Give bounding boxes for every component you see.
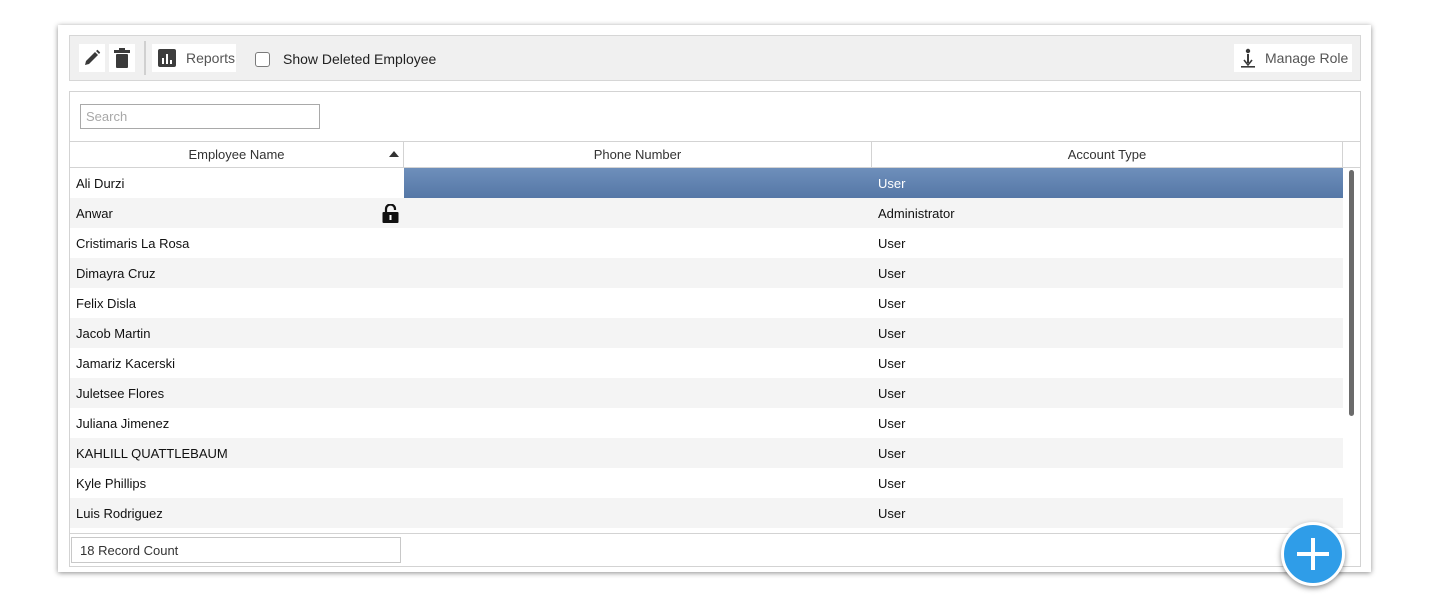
grid-header: Employee Name Phone Number Account Type xyxy=(70,141,1360,168)
table-row[interactable]: Jacob Martin User xyxy=(70,318,1343,348)
bar-chart-icon xyxy=(158,49,176,67)
employee-name-cell: Kyle Phillips xyxy=(76,475,147,491)
manage-role-label: Manage Role xyxy=(1265,50,1349,66)
account-type-cell: User xyxy=(878,265,906,281)
table-row[interactable]: KAHLILL QUATTLEBAUM User xyxy=(70,438,1343,468)
account-type-cell: User xyxy=(878,385,906,401)
reports-button[interactable]: Reports xyxy=(152,44,236,72)
account-type-cell: User xyxy=(878,235,906,251)
show-deleted-label: Show Deleted Employee xyxy=(283,51,437,67)
column-header-label: Phone Number xyxy=(593,147,682,162)
phone-number-cell xyxy=(404,318,872,348)
phone-number-cell xyxy=(404,258,872,288)
add-employee-button[interactable] xyxy=(1281,522,1345,586)
record-count: 18 Record Count xyxy=(71,537,401,563)
phone-number-cell xyxy=(404,198,872,228)
employee-name-cell: Cristimaris La Rosa xyxy=(76,235,190,251)
table-row[interactable]: Ali Durzi User xyxy=(70,168,1343,198)
phone-number-cell xyxy=(404,348,872,378)
account-type-cell: User xyxy=(878,175,906,191)
account-type-cell: User xyxy=(878,475,906,491)
account-type-cell: User xyxy=(878,415,906,431)
employee-name-cell: Anwar xyxy=(76,205,113,221)
column-header-phone-number[interactable]: Phone Number xyxy=(404,142,872,167)
employee-window: Reports Show Deleted Employee Manage Rol… xyxy=(58,25,1371,586)
phone-number-cell xyxy=(404,468,872,498)
employee-name-cell: Felix Disla xyxy=(76,295,136,311)
employee-name-cell: KAHLILL QUATTLEBAUM xyxy=(76,445,228,461)
toolbar-separator xyxy=(144,41,146,75)
account-type-cell: User xyxy=(878,295,906,311)
employee-name-cell: Jacob Martin xyxy=(76,325,151,341)
account-type-cell: User xyxy=(878,355,906,371)
phone-number-cell xyxy=(404,378,872,408)
employee-name-cell: Jamariz Kacerski xyxy=(76,355,175,371)
edit-button[interactable] xyxy=(79,44,105,72)
account-type-cell: User xyxy=(878,325,906,341)
footer-divider xyxy=(70,533,1360,534)
employee-grid-panel: Employee Name Phone Number Account Type … xyxy=(69,91,1361,586)
table-row[interactable]: Dimayra Cruz User xyxy=(70,258,1343,288)
column-header-label: Employee Name xyxy=(188,147,285,162)
account-type-cell: User xyxy=(878,505,906,521)
employee-name-cell: Juletsee Flores xyxy=(76,385,165,401)
table-row[interactable]: Juletsee Flores User xyxy=(70,378,1343,408)
table-row[interactable]: Luis Rodriguez User xyxy=(70,498,1343,528)
account-type-cell: Administrator xyxy=(878,205,955,221)
table-row[interactable]: Kyle Phillips User xyxy=(70,468,1343,498)
unlock-icon[interactable] xyxy=(382,204,399,223)
column-header-employee-name[interactable]: Employee Name xyxy=(70,142,404,167)
phone-number-cell xyxy=(404,438,872,468)
plus-icon xyxy=(1297,538,1329,570)
pencil-icon xyxy=(85,49,101,65)
toolbar: Reports Show Deleted Employee Manage Rol… xyxy=(69,35,1361,81)
grid-rows: Ali Durzi User Anwar Administrator Crist… xyxy=(70,168,1343,528)
employee-name-cell: Ali Durzi xyxy=(76,175,125,191)
column-header-label: Account Type xyxy=(1067,147,1147,162)
show-deleted-checkbox[interactable] xyxy=(255,51,270,67)
table-row[interactable]: Jamariz Kacerski User xyxy=(70,348,1343,378)
phone-number-cell xyxy=(404,498,872,528)
sort-ascending-icon xyxy=(389,151,399,157)
scrollbar-thumb[interactable] xyxy=(1349,170,1354,416)
phone-number-cell xyxy=(404,228,872,258)
employee-name-cell: Luis Rodriguez xyxy=(76,505,163,521)
search-input[interactable] xyxy=(80,104,320,129)
account-type-cell: User xyxy=(878,445,906,461)
trash-icon xyxy=(114,48,130,68)
table-row[interactable]: Felix Disla User xyxy=(70,288,1343,318)
delete-button[interactable] xyxy=(109,44,135,72)
table-row[interactable]: Cristimaris La Rosa User xyxy=(70,228,1343,258)
employee-name-cell: Juliana Jimenez xyxy=(76,415,170,431)
column-header-account-type[interactable]: Account Type xyxy=(872,142,1343,167)
phone-number-cell xyxy=(404,408,872,438)
phone-number-cell xyxy=(404,288,872,318)
table-row[interactable]: Anwar Administrator xyxy=(70,198,1343,228)
reports-label: Reports xyxy=(186,50,236,66)
vertical-scrollbar[interactable] xyxy=(1344,168,1360,528)
manage-role-button[interactable]: Manage Role xyxy=(1234,44,1352,72)
phone-number-cell xyxy=(404,168,872,198)
employee-name-cell: Dimayra Cruz xyxy=(76,265,156,281)
show-deleted-toggle[interactable]: Show Deleted Employee xyxy=(255,49,436,69)
person-arrow-icon xyxy=(1241,48,1255,68)
table-row[interactable]: Juliana Jimenez User xyxy=(70,408,1343,438)
